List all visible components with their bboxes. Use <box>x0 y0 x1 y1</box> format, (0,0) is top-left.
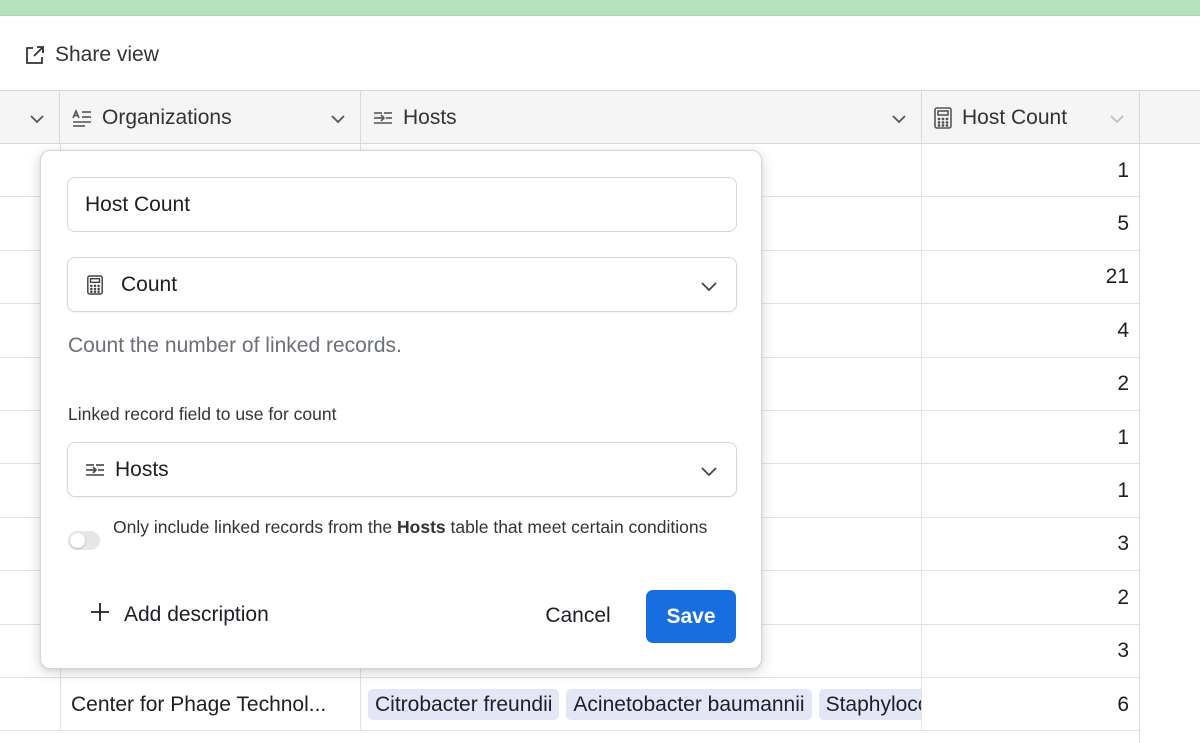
field-type-label: Count <box>121 272 178 296</box>
share-view-label: Share view <box>55 43 159 66</box>
toggle-knob <box>70 533 85 548</box>
column-header-host-count[interactable]: Host Count <box>922 91 1140 144</box>
column-divider <box>921 678 922 731</box>
conditions-text: Only include linked records from the Hos… <box>113 512 713 542</box>
organizations-cell[interactable]: Center for Phage Technol... <box>60 678 360 731</box>
host-chip-list: Citrobacter freundii Acinetobacter bauman… <box>368 689 921 720</box>
host-count-cell[interactable]: 2 <box>1117 571 1129 624</box>
host-chip[interactable]: Citrobacter freundii <box>368 689 560 720</box>
host-chip[interactable]: Staphylococcus aureus <box>818 689 921 720</box>
host-count-cell[interactable]: 5 <box>1117 197 1129 250</box>
add-description-button[interactable]: Add description <box>89 601 269 629</box>
linked-record-icon <box>372 109 394 127</box>
column-divider <box>921 304 922 357</box>
host-count-cell[interactable]: 2 <box>1117 358 1129 411</box>
share-view-button[interactable]: Share view <box>24 41 159 69</box>
column-label: Hosts <box>403 105 457 129</box>
column-divider <box>921 571 922 624</box>
host-count-cell[interactable]: 6 <box>1117 678 1129 731</box>
column-divider <box>921 411 922 464</box>
field-name-input[interactable] <box>67 177 737 232</box>
long-text-icon <box>71 108 93 127</box>
table-row[interactable]: Center for Phage Technol... Citrobacter f… <box>0 678 1140 732</box>
column-header-hosts[interactable]: Hosts <box>361 91 922 144</box>
conditions-table-name: Hosts <box>397 517 446 537</box>
host-count-cell[interactable]: 3 <box>1117 518 1129 571</box>
field-config-popover: Count Count the number of linked records… <box>40 150 762 669</box>
host-count-cell[interactable]: 4 <box>1117 304 1129 357</box>
column-divider <box>921 464 922 517</box>
view-bar: Share view <box>0 16 1200 91</box>
conditions-text-after: table that meet certain conditions <box>445 517 708 537</box>
calculator-icon <box>933 106 953 129</box>
cancel-button[interactable]: Cancel <box>529 590 627 642</box>
column-divider <box>921 250 922 304</box>
top-color-strip <box>0 0 1200 16</box>
grid-header: Organizations Hosts Host Count <box>0 91 1200 144</box>
field-type-select[interactable]: Count <box>67 257 737 312</box>
host-count-cell[interactable]: 21 <box>1106 251 1129 304</box>
column-label: Host Count <box>962 105 1068 129</box>
column-label: Organizations <box>102 105 232 129</box>
column-divider <box>921 144 922 197</box>
chevron-down-icon[interactable] <box>330 109 346 133</box>
host-count-cell[interactable]: 1 <box>1117 144 1129 197</box>
chevron-down-icon <box>700 462 718 486</box>
column-divider <box>921 197 922 250</box>
calculator-icon <box>86 274 104 296</box>
conditions-toggle[interactable] <box>68 531 100 550</box>
chevron-down-icon[interactable] <box>1109 109 1125 133</box>
linked-field-select[interactable]: Hosts <box>67 442 737 497</box>
chevron-down-icon[interactable] <box>29 109 45 133</box>
host-chip[interactable]: Acinetobacter baumannii <box>566 689 812 720</box>
column-header-organizations[interactable]: Organizations <box>60 91 361 144</box>
column-divider <box>921 357 922 410</box>
chevron-down-icon[interactable] <box>891 109 907 133</box>
host-count-cell[interactable]: 1 <box>1117 464 1129 517</box>
linked-record-icon <box>84 461 106 479</box>
host-count-cell[interactable]: 1 <box>1117 411 1129 464</box>
grid-right-border <box>1139 91 1140 743</box>
plus-icon <box>89 601 111 629</box>
linked-field-value: Hosts <box>115 457 169 481</box>
host-count-cell[interactable]: 3 <box>1117 625 1129 678</box>
add-description-label: Add description <box>124 603 269 626</box>
column-divider <box>921 624 922 677</box>
linked-field-label: Linked record field to use for count <box>68 404 337 424</box>
save-button[interactable]: Save <box>646 590 736 643</box>
hosts-cell[interactable]: Citrobacter freundii Acinetobacter bauman… <box>361 678 921 731</box>
field-type-description: Count the number of linked records. <box>68 334 402 357</box>
chevron-down-icon <box>700 277 718 301</box>
column-divider <box>921 517 922 571</box>
conditions-text-before: Only include linked records from the <box>113 517 398 537</box>
header-cell-previous[interactable] <box>0 91 60 144</box>
share-icon <box>24 44 46 66</box>
